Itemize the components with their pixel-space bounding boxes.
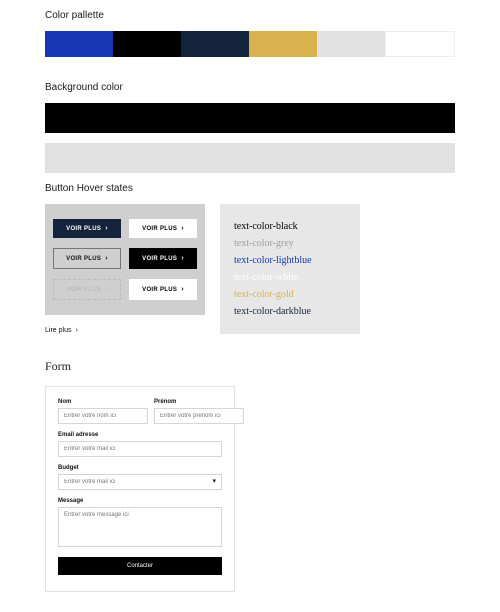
button-column: VOIR PLUS › VOIR PLUS › VOIR PLUS › VOIR… xyxy=(45,204,205,334)
background-title: Background color xyxy=(45,82,455,93)
btn-black[interactable]: VOIR PLUS › xyxy=(129,248,197,269)
link-label: Lire plus xyxy=(45,327,71,334)
swatch-gold xyxy=(249,31,317,57)
email-input[interactable] xyxy=(58,441,222,457)
btn-label: VOIR PLUS xyxy=(142,287,177,293)
btn-white-2[interactable]: VOIR PLUS › xyxy=(129,279,197,300)
hover-title: Button Hover states xyxy=(45,183,455,194)
swatch-black xyxy=(113,31,181,57)
text-color-panel: text-color-black text-color-grey text-co… xyxy=(220,204,360,334)
palette-row xyxy=(45,31,455,57)
budget-label: Budget xyxy=(58,465,222,471)
nom-label: Nom xyxy=(58,399,148,405)
budget-select[interactable] xyxy=(58,474,222,490)
chevron-right-icon: › xyxy=(181,286,184,293)
chevron-right-icon: › xyxy=(181,255,184,262)
text-color-black: text-color-black xyxy=(234,218,346,235)
message-textarea[interactable] xyxy=(58,507,222,547)
swatch-white xyxy=(385,31,455,57)
text-color-darkblue: text-color-darkblue xyxy=(234,303,346,320)
btn-disabled[interactable]: VOIR PLUS › xyxy=(53,279,121,300)
button-panel: VOIR PLUS › VOIR PLUS › VOIR PLUS › VOIR… xyxy=(45,204,205,315)
message-label: Message xyxy=(58,498,222,504)
btn-label: VOIR PLUS xyxy=(142,226,177,232)
chevron-right-icon: › xyxy=(105,255,108,262)
text-color-grey: text-color-grey xyxy=(234,235,346,252)
bg-black xyxy=(45,103,455,133)
prenom-input[interactable] xyxy=(154,408,244,424)
btn-label: VOIR PLUS xyxy=(66,226,101,232)
btn-white[interactable]: VOIR PLUS › xyxy=(129,219,197,238)
nom-input[interactable] xyxy=(58,408,148,424)
read-more-link[interactable]: Lire plus › xyxy=(45,327,205,334)
email-label: Email adresse xyxy=(58,432,222,438)
palette-title: Color pallette xyxy=(45,10,455,21)
button-grid: VOIR PLUS › VOIR PLUS › VOIR PLUS › VOIR… xyxy=(53,219,197,300)
prenom-label: Prénom xyxy=(154,399,244,405)
text-color-gold: text-color-gold xyxy=(234,286,346,303)
text-color-lightblue: text-color-lightblue xyxy=(234,252,346,269)
text-color-white: text-color-white xyxy=(234,269,346,286)
swatch-lightgrey xyxy=(317,31,385,57)
btn-outline[interactable]: VOIR PLUS › xyxy=(53,248,121,269)
btn-label: VOIR PLUS xyxy=(66,256,101,262)
btn-label: VOIR PLUS xyxy=(142,256,177,262)
btn-darkblue[interactable]: VOIR PLUS › xyxy=(53,219,121,238)
chevron-right-icon: › xyxy=(105,286,108,293)
hover-area: VOIR PLUS › VOIR PLUS › VOIR PLUS › VOIR… xyxy=(45,204,455,334)
chevron-right-icon: › xyxy=(105,225,108,232)
chevron-right-icon: › xyxy=(181,225,184,232)
form-card: Nom Prénom Email adresse Budget Message … xyxy=(45,386,235,592)
btn-label: VOIR PLUS xyxy=(66,287,101,293)
submit-button[interactable]: Contacter xyxy=(58,557,222,575)
swatch-blue xyxy=(45,31,113,57)
chevron-right-icon: › xyxy=(75,327,77,334)
form-title: Form xyxy=(45,359,455,374)
swatch-darkblue xyxy=(181,31,249,57)
bg-grey xyxy=(45,143,455,173)
